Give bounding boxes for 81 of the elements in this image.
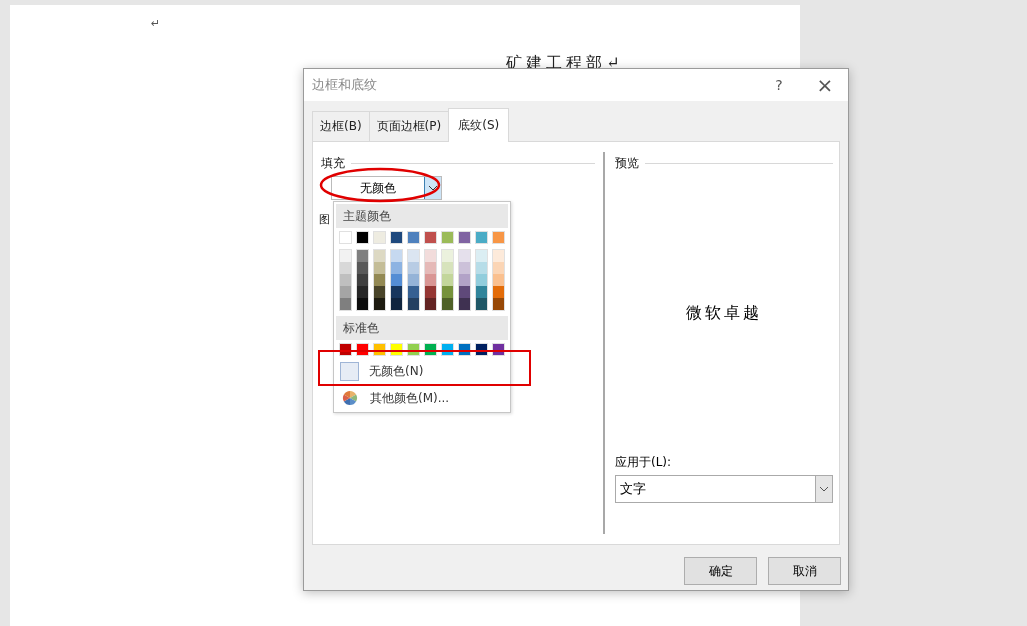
color-swatch[interactable] <box>408 274 419 286</box>
color-swatch[interactable] <box>340 286 351 298</box>
color-swatch[interactable] <box>493 298 504 310</box>
color-swatch[interactable] <box>442 298 453 310</box>
color-swatch[interactable] <box>339 231 352 244</box>
color-swatch[interactable] <box>408 262 419 274</box>
color-swatch[interactable] <box>442 250 453 262</box>
tab[interactable]: 底纹(S) <box>448 108 510 142</box>
color-swatch[interactable] <box>408 286 419 298</box>
color-swatch[interactable] <box>458 231 471 244</box>
color-swatch[interactable] <box>391 298 402 310</box>
color-swatch[interactable] <box>476 262 487 274</box>
color-swatch[interactable] <box>374 286 385 298</box>
dialog-button[interactable]: 取消 <box>768 557 841 585</box>
color-swatch[interactable] <box>441 231 454 244</box>
fill-label: 填充 <box>321 154 345 172</box>
menu-item[interactable]: 无颜色(N) <box>336 359 508 383</box>
color-swatch[interactable] <box>391 286 402 298</box>
help-button[interactable]: ? <box>756 69 802 101</box>
color-swatch[interactable] <box>340 250 351 262</box>
preview-sample-text: 微软卓越 <box>686 302 762 324</box>
color-swatch[interactable] <box>459 262 470 274</box>
color-swatch[interactable] <box>442 274 453 286</box>
color-swatch[interactable] <box>425 262 436 274</box>
color-swatch[interactable] <box>493 262 504 274</box>
menu-item[interactable]: 其他颜色(M)... <box>336 386 508 410</box>
section-header: 标准色 <box>336 316 508 340</box>
color-swatch[interactable] <box>425 298 436 310</box>
color-wheel-icon <box>342 390 358 406</box>
section-header: 主题颜色 <box>336 204 508 228</box>
color-swatch[interactable] <box>374 250 385 262</box>
preview-label: 预览 <box>615 154 639 172</box>
color-swatch[interactable] <box>407 231 420 244</box>
apply-to-dropdown[interactable]: 文字 <box>615 475 833 503</box>
color-swatch[interactable] <box>475 231 488 244</box>
color-swatch[interactable] <box>459 274 470 286</box>
empty-swatch-icon <box>340 361 359 381</box>
color-swatch[interactable] <box>476 250 487 262</box>
fill-dropdown[interactable]: 无颜色 <box>331 176 442 200</box>
color-swatch[interactable] <box>357 262 368 274</box>
close-button[interactable]: × <box>802 69 848 101</box>
dialog-button[interactable]: 确定 <box>684 557 757 585</box>
paragraph-mark: ↵ <box>151 17 161 30</box>
color-swatch[interactable] <box>493 286 504 298</box>
color-swatch[interactable] <box>374 298 385 310</box>
color-swatch[interactable] <box>442 286 453 298</box>
color-swatch[interactable] <box>357 298 368 310</box>
color-swatch[interactable] <box>442 262 453 274</box>
color-swatch[interactable] <box>492 231 505 244</box>
dialog-title: 边框和底纹 <box>312 76 378 94</box>
color-swatch[interactable] <box>356 231 369 244</box>
tab[interactable]: 边框(B) <box>312 111 370 141</box>
color-swatch[interactable] <box>391 262 402 274</box>
color-swatch[interactable] <box>357 250 368 262</box>
color-swatch[interactable] <box>374 262 385 274</box>
color-swatch[interactable] <box>373 231 386 244</box>
color-swatch[interactable] <box>476 298 487 310</box>
color-swatch[interactable] <box>357 286 368 298</box>
color-swatch[interactable] <box>459 298 470 310</box>
color-swatch[interactable] <box>493 274 504 286</box>
pattern-label: 图 <box>319 211 330 227</box>
color-swatch[interactable] <box>476 286 487 298</box>
color-swatch[interactable] <box>340 298 351 310</box>
color-swatch[interactable] <box>391 250 402 262</box>
color-swatch[interactable] <box>340 274 351 286</box>
color-swatch[interactable] <box>459 250 470 262</box>
color-swatch[interactable] <box>408 250 419 262</box>
color-swatch[interactable] <box>493 250 504 262</box>
color-swatch[interactable] <box>391 274 402 286</box>
color-swatch[interactable] <box>425 286 436 298</box>
color-swatch[interactable] <box>424 231 437 244</box>
color-swatch[interactable] <box>408 298 419 310</box>
color-swatch[interactable] <box>374 274 385 286</box>
apply-to-label: 应用于(L): <box>615 454 673 471</box>
color-swatch[interactable] <box>476 274 487 286</box>
color-swatch[interactable] <box>390 231 403 244</box>
color-swatch[interactable] <box>425 274 436 286</box>
color-swatch[interactable] <box>425 250 436 262</box>
color-swatch[interactable] <box>459 286 470 298</box>
color-swatch[interactable] <box>340 262 351 274</box>
color-swatch[interactable] <box>357 274 368 286</box>
